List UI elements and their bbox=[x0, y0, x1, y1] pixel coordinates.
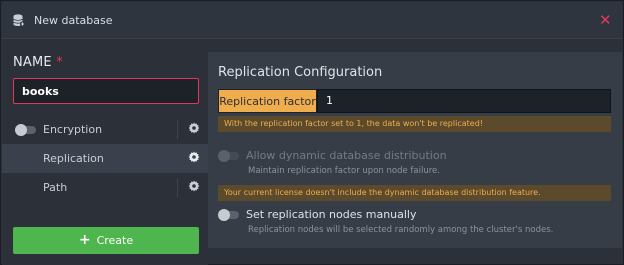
sidebar-item-encryption[interactable]: Encryption bbox=[2, 115, 208, 144]
manual-nodes-title[interactable]: Set replication nodes manually bbox=[246, 208, 417, 221]
gear-icon[interactable] bbox=[188, 180, 200, 192]
dynamic-distribution-toggle bbox=[218, 150, 239, 162]
sidebar-item-label: Path bbox=[43, 181, 68, 194]
sidebar-item-replication[interactable]: Replication bbox=[2, 144, 208, 173]
required-mark: * bbox=[56, 55, 63, 70]
dynamic-distribution-desc: Maintain replication factor upon node fa… bbox=[248, 166, 440, 176]
dialog-title: New database bbox=[34, 14, 113, 27]
database-name-input[interactable]: books bbox=[13, 78, 199, 104]
name-label: NAME * bbox=[13, 55, 63, 70]
close-icon[interactable]: ✕ bbox=[599, 11, 612, 29]
divider bbox=[177, 178, 178, 197]
gear-icon[interactable] bbox=[188, 122, 200, 134]
create-button-label: Create bbox=[96, 234, 134, 247]
database-add-icon bbox=[13, 14, 25, 27]
manual-nodes-toggle[interactable] bbox=[218, 209, 239, 221]
dialog-header: New database ✕ bbox=[2, 2, 622, 39]
sidebar-item-label: Encryption bbox=[43, 123, 103, 136]
dynamic-distribution-title: Allow dynamic database distribution bbox=[246, 149, 447, 162]
divider bbox=[177, 120, 178, 139]
plus-icon: + bbox=[78, 232, 91, 248]
replication-factor-input[interactable]: 1 bbox=[317, 89, 611, 113]
license-warning: Your current license doesn't include the… bbox=[218, 185, 611, 201]
sidebar-item-label: Replication bbox=[43, 152, 104, 165]
left-panel: NAME * books Encryption Replication Path bbox=[2, 40, 208, 265]
gear-icon[interactable] bbox=[188, 151, 200, 163]
replication-factor-label: Replication factor bbox=[218, 89, 317, 113]
name-label-text: NAME bbox=[13, 55, 52, 70]
panel-title: Replication Configuration bbox=[218, 65, 383, 80]
replication-factor-warning: With the replication factor set to 1, th… bbox=[218, 116, 611, 132]
manual-nodes-desc: Replication nodes will be selected rando… bbox=[248, 225, 554, 235]
new-database-dialog: New database ✕ NAME * books Encryption R… bbox=[0, 0, 624, 265]
create-button[interactable]: + Create bbox=[13, 227, 199, 254]
sidebar-item-path[interactable]: Path bbox=[2, 173, 208, 202]
encryption-toggle[interactable] bbox=[15, 124, 36, 136]
replication-panel: Replication Configuration Replication fa… bbox=[208, 52, 622, 248]
